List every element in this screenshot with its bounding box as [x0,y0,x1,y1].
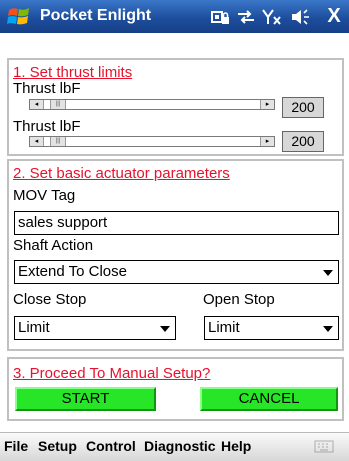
menu-help[interactable]: Help [221,438,251,454]
menu-setup[interactable]: Setup [38,438,77,454]
mov-tag-label: MOV Tag [13,187,76,204]
actuator-parameters-panel: 2. Set basic actuator parameters MOV Tag… [7,159,344,351]
thrust-limits-panel: 1. Set thrust limits Thrust lbF ◂ ||| ▸ … [7,58,344,156]
thrust-label-2: Thrust lbF [13,118,81,135]
manual-setup-title: 3. Proceed To Manual Setup? [13,365,211,382]
chevron-down-icon[interactable] [323,326,333,332]
close-icon[interactable]: X [322,4,346,28]
menu-diagnostic[interactable]: Diagnostic [144,438,216,454]
thrust-label-1: Thrust lbF [13,80,81,97]
chevron-down-icon[interactable] [323,270,333,276]
menu-bar: File Setup Control Diagnostic Help [0,432,349,461]
actuator-parameters-title: 2. Set basic actuator parameters [13,165,230,182]
thrust-value-2: 200 [282,131,324,152]
mov-tag-input[interactable]: sales support [14,211,339,235]
keyboard-icon[interactable] [314,438,334,454]
menu-control[interactable]: Control [86,438,136,454]
windows-flag-logo[interactable] [6,4,32,30]
app-title: Pocket Enlight [40,7,152,24]
device-lock-icon[interactable] [210,8,230,26]
thrust-limits-title: 1. Set thrust limits [13,64,133,81]
menu-file[interactable]: File [4,438,28,454]
slider-left-arrow[interactable]: ◂ [30,100,44,109]
slider-thumb[interactable]: ||| [50,137,66,146]
close-stop-label: Close Stop [13,291,87,308]
thrust-slider-2[interactable]: ◂ ||| ▸ [29,136,275,147]
title-bar: Pocket Enlight X [0,0,349,33]
shaft-action-value: Extend To Close [18,263,127,280]
close-stop-value: Limit [18,319,50,336]
shaft-action-select[interactable]: Extend To Close [14,260,339,284]
manual-setup-panel: 3. Proceed To Manual Setup? START CANCEL [7,357,344,421]
thrust-slider-1[interactable]: ◂ ||| ▸ [29,99,275,110]
thrust-value-1: 200 [282,97,324,118]
open-stop-value: Limit [208,319,240,336]
slider-right-arrow[interactable]: ▸ [260,100,274,109]
slider-left-arrow[interactable]: ◂ [30,137,44,146]
chevron-down-icon[interactable] [160,326,170,332]
start-button[interactable]: START [15,387,156,411]
cancel-button[interactable]: CANCEL [200,387,338,411]
close-stop-select[interactable]: Limit [14,316,176,340]
slider-thumb[interactable]: ||| [50,100,66,109]
shaft-action-label: Shaft Action [13,237,94,254]
slider-right-arrow[interactable]: ▸ [260,137,274,146]
connectivity-icon[interactable] [236,8,256,26]
open-stop-label: Open Stop [203,291,275,308]
no-signal-icon[interactable] [262,8,282,26]
open-stop-select[interactable]: Limit [204,316,339,340]
speaker-icon[interactable] [290,8,310,26]
